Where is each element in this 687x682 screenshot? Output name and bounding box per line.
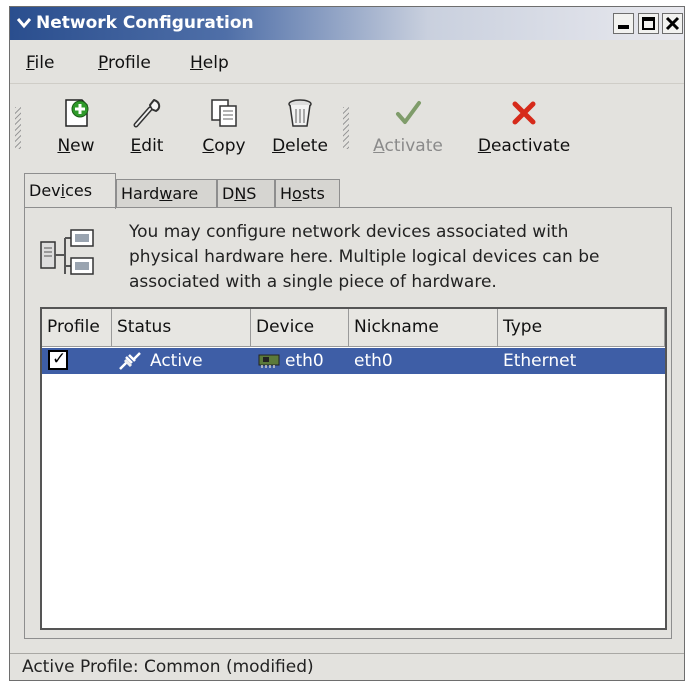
profile-checkbox[interactable]: ✓ bbox=[48, 349, 68, 370]
tab-dns-pre: D bbox=[222, 184, 235, 203]
delete-button[interactable]: Delete bbox=[268, 87, 332, 172]
window-title: Network Configuration bbox=[36, 13, 254, 33]
deactivate-label-text: eactivate bbox=[490, 136, 571, 156]
column-header-profile[interactable]: Profile bbox=[42, 309, 112, 347]
table-row[interactable]: ✓ Active eth0 eth0 Ethernet bbox=[42, 348, 665, 374]
menu-help-label: elp bbox=[202, 53, 229, 73]
trash-icon bbox=[288, 99, 312, 127]
deactivate-mnemonic: D bbox=[477, 136, 491, 156]
description-line-3: associated with a single piece of hardwa… bbox=[129, 272, 497, 292]
menu-profile[interactable]: Profile bbox=[98, 53, 151, 73]
tab-hosts-post: sts bbox=[301, 184, 325, 203]
deactivate-button[interactable]: Deactivate bbox=[472, 87, 576, 172]
tab-devices[interactable]: Devices bbox=[24, 173, 116, 209]
tab-hardware[interactable]: Hardware bbox=[116, 179, 217, 207]
copy-icon bbox=[211, 99, 237, 127]
deactivate-label: Deactivate bbox=[472, 136, 576, 156]
title-bar[interactable]: Network Configuration bbox=[10, 7, 684, 40]
menu-bar: File Profile Help bbox=[10, 41, 684, 84]
delete-label-text: elete bbox=[285, 136, 328, 156]
tab-devices-pre: Dev bbox=[29, 181, 61, 200]
nickname-cell: eth0 bbox=[354, 351, 393, 371]
new-label-text: ew bbox=[70, 136, 95, 156]
tab-devices-post: ces bbox=[65, 181, 93, 200]
menu-profile-label: rofile bbox=[107, 53, 151, 73]
description-line-2: physical hardware here. Multiple logical… bbox=[129, 247, 600, 267]
new-mnemonic: N bbox=[57, 136, 71, 156]
new-document-icon bbox=[65, 99, 89, 127]
menu-help-mnemonic: H bbox=[190, 53, 203, 73]
menu-file-label: ile bbox=[34, 53, 55, 73]
menu-file[interactable]: File bbox=[26, 53, 54, 73]
menu-file-mnemonic: F bbox=[26, 53, 35, 73]
copy-label: Copy bbox=[196, 136, 252, 156]
maximize-icon bbox=[642, 17, 655, 30]
checkmark-icon bbox=[396, 101, 421, 124]
column-header-nickname[interactable]: Nickname bbox=[349, 309, 498, 347]
tab-dns-mnemonic: N bbox=[234, 184, 247, 203]
tab-hardware-post: are bbox=[172, 184, 199, 203]
copy-button[interactable]: Copy bbox=[196, 87, 252, 172]
close-icon bbox=[665, 16, 680, 31]
status-cell: Active bbox=[150, 351, 203, 371]
wrench-icon bbox=[133, 99, 161, 128]
activate-label: Activate bbox=[368, 136, 448, 156]
edit-mnemonic: E bbox=[130, 136, 142, 156]
column-header-type[interactable]: Type bbox=[498, 309, 665, 347]
activate-mnemonic: A bbox=[373, 136, 385, 156]
tab-dns[interactable]: DNS bbox=[217, 179, 275, 207]
edit-label: Edit bbox=[122, 136, 172, 156]
activate-label-text: ctivate bbox=[384, 136, 443, 156]
plug-status-icon bbox=[119, 352, 141, 370]
tab-hardware-mnemonic: w bbox=[159, 184, 173, 203]
menu-help[interactable]: Help bbox=[190, 53, 229, 73]
active-profile-status: Active Profile: Common (modified) bbox=[22, 657, 314, 677]
checkbox-check-mark: ✓ bbox=[52, 349, 67, 369]
tab-dns-post: S bbox=[246, 184, 257, 203]
column-header-device[interactable]: Device bbox=[251, 309, 349, 347]
description-line-1: You may configure network devices associ… bbox=[129, 222, 569, 242]
edit-button[interactable]: Edit bbox=[122, 87, 172, 172]
device-list[interactable]: Profile Status Device Nickname Type ✓ Ac… bbox=[40, 307, 667, 630]
delete-mnemonic: D bbox=[272, 136, 286, 156]
tab-hosts-pre: H bbox=[280, 184, 293, 203]
type-cell: Ethernet bbox=[503, 351, 577, 371]
red-x-icon bbox=[512, 101, 536, 125]
network-card-icon bbox=[258, 354, 280, 368]
new-button[interactable]: New bbox=[48, 87, 104, 172]
new-label: New bbox=[48, 136, 104, 156]
column-header-status[interactable]: Status bbox=[112, 309, 251, 347]
copy-mnemonic: C bbox=[202, 136, 215, 156]
network-configuration-window: Network Configuration File Profile Help … bbox=[9, 6, 685, 681]
status-bar: Active Profile: Common (modified) bbox=[10, 653, 684, 682]
tab-hosts[interactable]: Hosts bbox=[275, 179, 340, 207]
edit-label-text: dit bbox=[141, 136, 164, 156]
activate-button[interactable]: Activate bbox=[368, 87, 448, 172]
window-menu-chevron-icon[interactable] bbox=[17, 16, 31, 30]
maximize-button[interactable] bbox=[638, 13, 659, 34]
network-devices-icon bbox=[40, 229, 94, 275]
devices-panel: You may configure network devices associ… bbox=[24, 207, 672, 639]
tab-hardware-pre: Hard bbox=[121, 184, 160, 203]
minimize-icon bbox=[618, 25, 629, 29]
device-cell: eth0 bbox=[285, 351, 324, 371]
toolbar-grip-handle-2[interactable] bbox=[343, 107, 349, 149]
tab-hosts-mnemonic: o bbox=[292, 184, 302, 203]
menu-profile-mnemonic: P bbox=[98, 53, 108, 73]
copy-label-text: opy bbox=[214, 136, 246, 156]
close-button[interactable] bbox=[662, 13, 683, 34]
minimize-button[interactable] bbox=[613, 13, 634, 34]
toolbar: New Edit Copy Delete Activate Deactivate bbox=[10, 87, 684, 172]
devices-description: You may configure network devices associ… bbox=[129, 220, 659, 295]
toolbar-grip-handle[interactable] bbox=[15, 107, 21, 149]
delete-label: Delete bbox=[268, 136, 332, 156]
